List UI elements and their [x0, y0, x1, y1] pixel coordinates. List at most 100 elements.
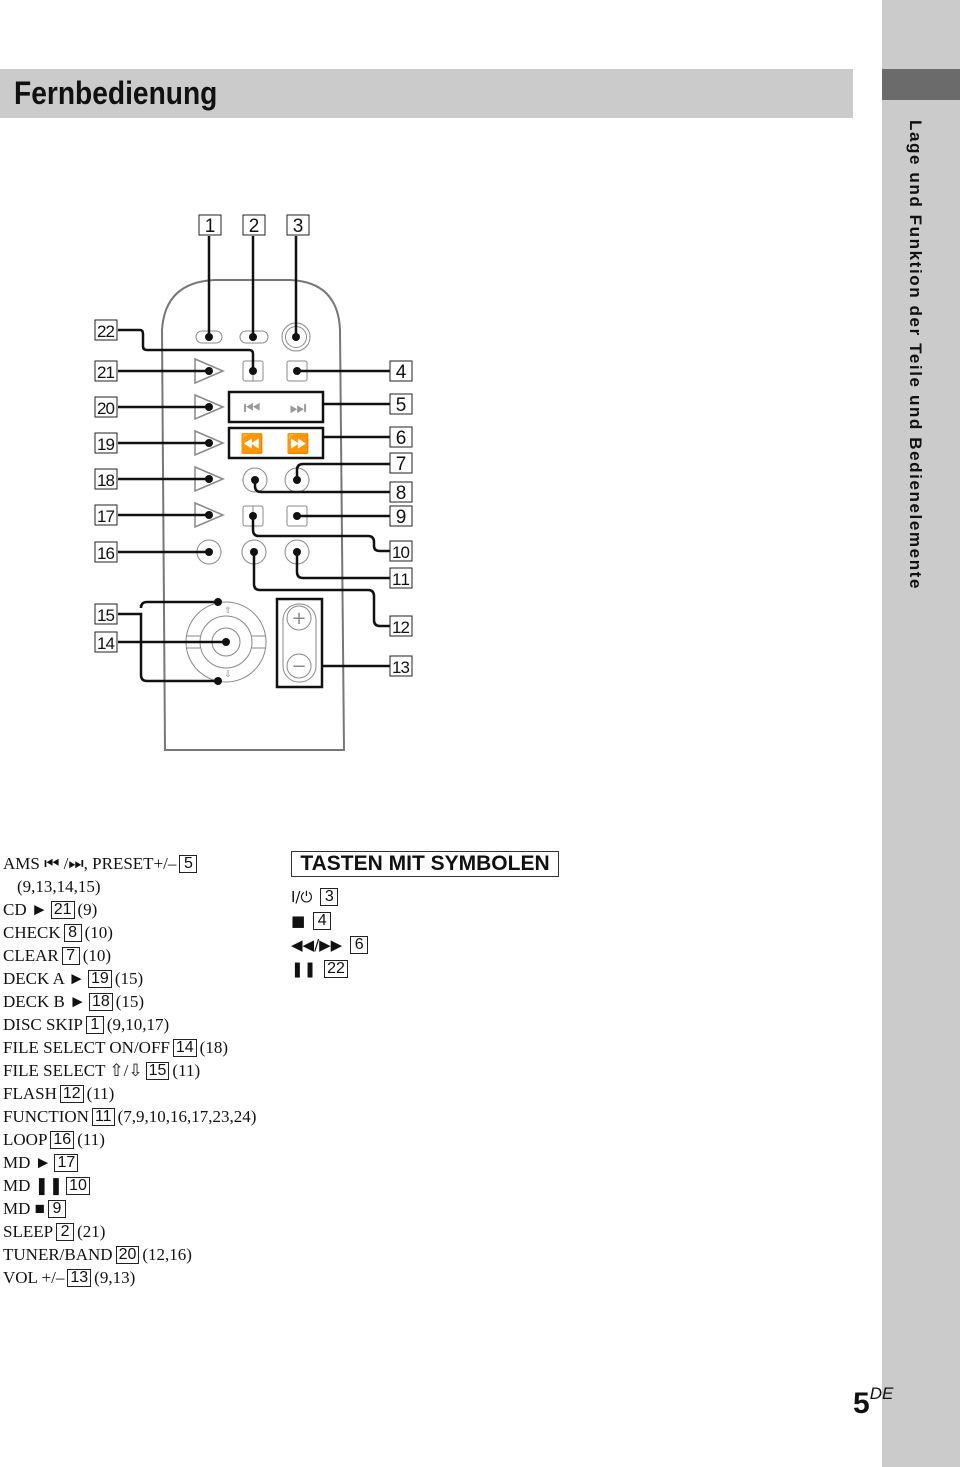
index-entry: FILE SELECT ON/OFF 14 (18)	[3, 1036, 256, 1059]
page-number: 5DE	[853, 1384, 894, 1420]
entry-label: CHECK	[3, 923, 61, 942]
symbol-glyph: ◀◀/▶▶	[291, 936, 343, 954]
svg-text:+: +	[291, 608, 306, 629]
entry-page-refs: (11)	[86, 1084, 115, 1103]
entry-callout-number: 13	[67, 1269, 92, 1287]
index-entry: SLEEP 2 (21)	[3, 1220, 256, 1243]
function-index-list: AMS ⏮ /⏭, PRESET+/– 5 (9,13,14,15) CD ► 21 (9…	[3, 852, 256, 1289]
entry-label: FILE SELECT ON/OFF	[3, 1038, 170, 1057]
entry-callout-number: 12	[59, 1085, 84, 1103]
entry-callout-number: 11	[91, 1108, 115, 1126]
callout-number: 13	[392, 658, 410, 677]
callout-number: 16	[97, 544, 115, 563]
symbol-callout-number: 4	[313, 912, 332, 930]
callout-number: 5	[396, 395, 407, 416]
callout-number: 11	[392, 570, 410, 589]
entry-page-refs: (9,10,17)	[106, 1015, 170, 1034]
index-entry: CHECK 8 (10)	[3, 921, 256, 944]
symbol-glyph: ❚❚	[291, 960, 317, 978]
callout-number: 4	[396, 362, 407, 383]
index-entry: DECK B ► 18 (15)	[3, 990, 256, 1013]
entry-page-refs: (9)	[77, 900, 98, 919]
entry-label: FUNCTION	[3, 1107, 89, 1126]
entry-callout-number: 18	[88, 993, 113, 1011]
section-title: Lage und Funktion der Teile und Bedienel…	[906, 120, 925, 590]
entry-page-refs: (18)	[199, 1038, 228, 1057]
callout-number: 10	[392, 543, 410, 562]
entry-callout-number: 10	[66, 1177, 90, 1195]
index-entry: CLEAR 7 (10)	[3, 944, 256, 967]
symbol-entry: I/⏻ 3	[291, 885, 371, 909]
entry-label: TUNER/BAND	[3, 1245, 113, 1264]
entry-page-refs: (15)	[114, 969, 144, 988]
symbol-glyph: I/⏻	[291, 888, 313, 906]
entry-label: SLEEP	[3, 1222, 54, 1241]
entry-label: AMS ⏮ /⏭, PRESET+/–	[3, 854, 177, 873]
entry-callout-number: 15	[145, 1062, 170, 1080]
entry-label: DECK B ►	[3, 992, 86, 1011]
callout-number: 9	[396, 507, 407, 528]
symbol-callout-number: 3	[320, 888, 339, 906]
page-header: Fernbedienung	[0, 69, 853, 118]
entry-callout-number: 21	[50, 901, 75, 919]
entry-label: FLASH	[3, 1084, 57, 1103]
entry-label: FILE SELECT ⇧/⇩	[3, 1061, 143, 1080]
index-entry: FLASH 12 (11)	[3, 1082, 256, 1105]
entry-callout-number: 14	[172, 1039, 197, 1057]
entry-callout-number: 2	[56, 1223, 75, 1241]
callout-number: 6	[396, 428, 407, 449]
symbols-heading: TASTEN MIT SYMBOLEN	[291, 851, 559, 877]
callout-number: 17	[97, 507, 115, 526]
svg-text:⏩: ⏩	[286, 432, 310, 455]
entry-page-refs: (15)	[115, 992, 145, 1011]
entry-page-refs: (10)	[84, 923, 113, 942]
index-entry: (9,13,14,15)	[3, 875, 256, 898]
entry-callout-number: 16	[50, 1131, 75, 1149]
symbol-callout-number: 22	[324, 960, 348, 978]
index-entry: DECK A ► 19 (15)	[3, 967, 256, 990]
index-entry: MD ► 17	[3, 1151, 256, 1174]
entry-callout-number: 7	[61, 947, 80, 965]
entry-callout-number: 8	[63, 924, 82, 942]
symbol-glyph: ■	[291, 912, 306, 930]
index-entry: MD ❚❚ 10	[3, 1174, 256, 1197]
entry-page-refs: (9,13,14,15)	[17, 877, 101, 896]
callout-number: 19	[97, 435, 115, 454]
svg-text:⏭: ⏭	[289, 397, 306, 419]
entry-label: LOOP	[3, 1130, 48, 1149]
symbols-list: I/⏻ 3 ■ 4 ◀◀/▶▶ 6 ❚❚ 22	[291, 885, 371, 981]
entry-page-refs: (10)	[82, 946, 112, 965]
entry-label: VOL +/–	[3, 1268, 65, 1287]
entry-callout-number: 9	[47, 1200, 66, 1218]
index-entry: TUNER/BAND 20 (12,16)	[3, 1243, 256, 1266]
callout-number: 1	[205, 216, 216, 237]
entry-label: DECK A ►	[3, 969, 86, 988]
entry-page-refs: (11)	[77, 1130, 105, 1149]
svg-text:⏮: ⏮	[243, 397, 260, 419]
entry-callout-number: 19	[88, 970, 112, 988]
sidebar-marker	[882, 69, 960, 100]
entry-label: CLEAR	[3, 946, 59, 965]
callout-number: 8	[396, 483, 407, 504]
index-entry: AMS ⏮ /⏭, PRESET+/– 5	[3, 852, 256, 875]
callout-number: 12	[392, 618, 410, 637]
callout-number: 14	[97, 634, 115, 653]
index-entry: MD ■ 9	[3, 1197, 256, 1220]
svg-text:−: −	[291, 656, 306, 677]
index-entry: LOOP 16 (11)	[3, 1128, 256, 1151]
callout-number: 18	[97, 471, 115, 490]
entry-page-refs: (7,9,10,16,17,23,24)	[117, 1107, 257, 1126]
entry-label: MD ❚❚	[3, 1176, 64, 1195]
callout-number: 21	[97, 363, 115, 382]
svg-text:⏪: ⏪	[240, 432, 264, 455]
arrow-down-icon: ⇩	[224, 670, 232, 680]
index-entry: CD ► 21 (9)	[3, 898, 256, 921]
entry-callout-number: 17	[54, 1154, 79, 1172]
entry-label: DISC SKIP	[3, 1015, 83, 1034]
callout-number: 3	[293, 216, 304, 237]
symbol-entry: ◀◀/▶▶ 6	[291, 933, 371, 957]
index-entry: DISC SKIP 1 (9,10,17)	[3, 1013, 256, 1036]
index-entry: VOL +/– 13 (9,13)	[3, 1266, 256, 1289]
callout-number: 15	[97, 606, 115, 625]
callout-number: 2	[249, 216, 260, 237]
